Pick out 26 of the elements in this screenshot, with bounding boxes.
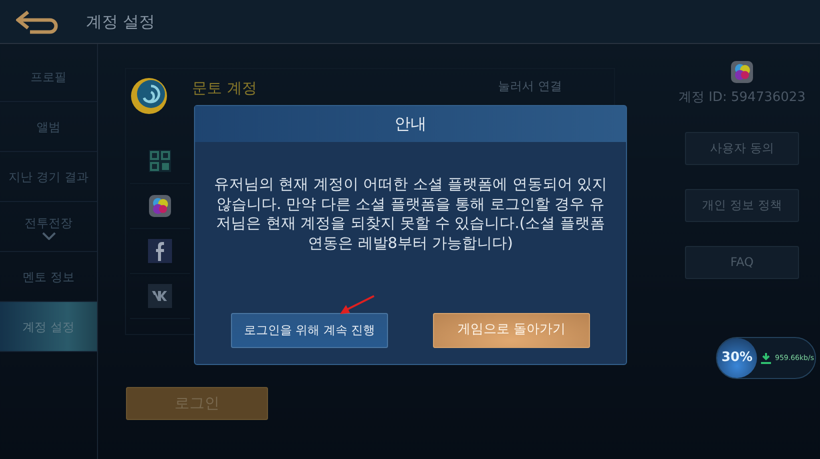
qr-code-icon[interactable] xyxy=(148,149,172,173)
chevron-down-icon xyxy=(42,232,56,240)
vk-icon[interactable] xyxy=(148,284,172,308)
dialog-title: 안내 xyxy=(394,113,426,135)
sidebar-item[interactable]: 앨범 xyxy=(0,102,97,152)
connect-link[interactable]: 눌러서 연결 xyxy=(498,77,562,95)
sidebar-item[interactable]: 지난 경기 결과 xyxy=(0,152,97,202)
page-title: 계정 설정 xyxy=(86,10,156,32)
sidebar-item[interactable]: 계정 설정 xyxy=(0,302,97,352)
moon-logo-icon xyxy=(130,77,168,115)
annotation-arrow xyxy=(338,294,376,316)
back-to-game-button[interactable]: 게임으로 돌아가기 xyxy=(433,313,590,348)
menu-button[interactable]: 개인 정보 정책 xyxy=(685,188,799,222)
menu-button[interactable]: FAQ xyxy=(685,246,799,278)
sidebar-item[interactable]: 프로필 xyxy=(0,52,97,102)
sidebar-item[interactable]: 전투전장 xyxy=(0,202,97,252)
facebook-icon[interactable] xyxy=(148,239,172,263)
account-name: 문토 계정 xyxy=(192,78,257,99)
download-percent: 30% xyxy=(717,338,757,378)
dialog-message: 유저님의 현재 계정이 어떠한 소셜 플랫폼에 연동되어 있지 않습니다. 만약 다른 소셜 플랫폼을 통해 로그인할 경우 유저님은 현재 계정을 되찾지 못할 수 있습니다.(소셜 플랫폼 연동은 레발8부터 가능합니다) xyxy=(213,175,608,253)
game-center-icon xyxy=(730,60,754,84)
continue-login-button[interactable]: 로그인을 위해 계속 진행 xyxy=(231,313,388,348)
download-icon xyxy=(761,352,771,364)
account-id: 계정 ID: 594736023 xyxy=(678,89,806,107)
menu-button[interactable]: 사용자 동의 xyxy=(685,132,799,164)
game-center-icon[interactable] xyxy=(148,194,172,218)
